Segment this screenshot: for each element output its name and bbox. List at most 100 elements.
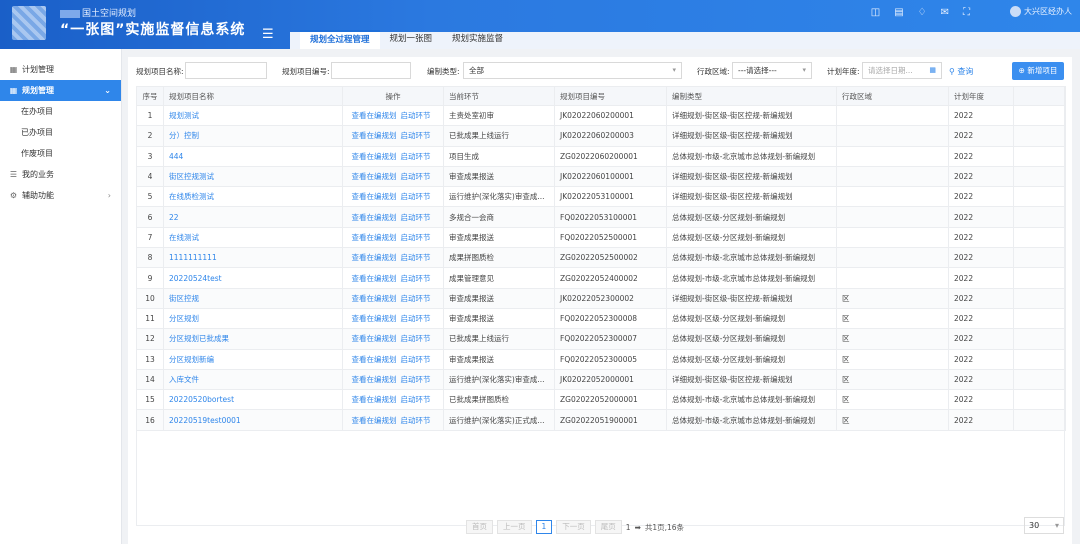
page-input[interactable]: 1 <box>626 523 631 532</box>
row-name-link[interactable]: 分区规划已批成果 <box>163 328 343 350</box>
region-select[interactable]: ---请选择--- ▾ <box>732 62 812 79</box>
row-name-link[interactable]: 规划测试 <box>163 104 343 127</box>
sidebar-item-auxiliary[interactable]: ⚙ 辅助功能 › <box>0 185 121 206</box>
start-step-link[interactable]: 启动环节 <box>401 274 431 283</box>
project-code-input[interactable] <box>331 62 411 79</box>
row-name-link[interactable]: 444 <box>163 145 343 167</box>
view-plan-link[interactable]: 查看在编规划 <box>352 111 397 120</box>
start-step-link[interactable]: 启动环节 <box>401 253 431 262</box>
row-name-link[interactable]: 街区控规 <box>163 287 343 309</box>
project-name-link[interactable]: 街区控规测试 <box>169 172 214 181</box>
layout-icon[interactable]: ▤ <box>894 7 903 18</box>
view-plan-link[interactable]: 查看在编规划 <box>352 274 397 283</box>
project-name-link[interactable]: 20220524test <box>169 274 222 283</box>
start-step-link[interactable]: 启动环节 <box>401 213 431 222</box>
row-name-link[interactable]: 分区规划新编 <box>163 348 343 370</box>
sidebar-item-planning-management[interactable]: ▦ 规划管理 ⌄ <box>0 80 121 101</box>
view-plan-link[interactable]: 查看在编规划 <box>352 355 397 364</box>
view-plan-link[interactable]: 查看在编规划 <box>352 395 397 404</box>
table-row: 4 街区控规测试 查看在编规划 启动环节 审查成果报送 JK02022060100001 详… <box>136 165 1066 188</box>
year-picker[interactable]: 请选择日期... ▦ <box>862 62 942 79</box>
row-name-link[interactable]: 在线质检测试 <box>163 186 343 208</box>
start-step-link[interactable]: 启动环节 <box>401 314 431 323</box>
tab-implementation-supervision[interactable]: 规划实施监督 <box>442 30 513 49</box>
project-name-link[interactable]: 20220520bortest <box>169 395 234 404</box>
start-step-link[interactable]: 启动环节 <box>401 131 431 140</box>
start-step-link[interactable]: 启动环节 <box>401 152 431 161</box>
sidebar-item-voided[interactable]: 作废项目 <box>0 143 121 164</box>
project-name-link[interactable]: 20220519test0001 <box>169 416 241 425</box>
view-plan-link[interactable]: 查看在编规划 <box>352 314 397 323</box>
next-page-button[interactable]: 下一页 <box>556 520 591 534</box>
project-name-link[interactable]: 22 <box>169 213 179 222</box>
type-select[interactable]: 全部 ▾ <box>463 62 682 79</box>
view-plan-link[interactable]: 查看在编规划 <box>352 375 397 384</box>
start-step-link[interactable]: 启动环节 <box>401 334 431 343</box>
row-name-link[interactable]: 20220519test0001 <box>163 409 343 431</box>
row-step: 已批成果上线运行 <box>443 125 555 147</box>
start-step-link[interactable]: 启动环节 <box>401 395 431 404</box>
start-step-link[interactable]: 启动环节 <box>401 355 431 364</box>
go-icon[interactable]: ➡ <box>635 523 641 532</box>
project-name-link[interactable]: 在线测试 <box>169 233 199 242</box>
row-name-link[interactable]: 分区规划 <box>163 307 343 330</box>
project-name-link[interactable]: 街区控规 <box>169 294 199 303</box>
page-size-select[interactable]: 30 ▾ <box>1024 517 1064 534</box>
view-plan-link[interactable]: 查看在编规划 <box>352 416 397 425</box>
row-name-link[interactable]: 街区控规测试 <box>163 165 343 188</box>
project-name-link[interactable]: 1111111111 <box>169 253 217 262</box>
user-menu[interactable]: 大兴区经办人 <box>1010 6 1072 17</box>
project-name-link[interactable]: 分区规划已批成果 <box>169 334 229 343</box>
add-project-button[interactable]: ⊕ 新增项目 <box>1012 62 1064 80</box>
project-name-link[interactable]: 分区规划 <box>169 314 199 323</box>
start-step-link[interactable]: 启动环节 <box>401 233 431 242</box>
row-name-link[interactable]: 20220524test <box>163 267 343 289</box>
view-plan-link[interactable]: 查看在编规划 <box>352 253 397 262</box>
start-step-link[interactable]: 启动环节 <box>401 192 431 201</box>
tab-planning-map[interactable]: 规划一张图 <box>380 30 443 49</box>
row-year: 2022 <box>948 348 1014 370</box>
start-step-link[interactable]: 启动环节 <box>401 294 431 303</box>
row-name-link[interactable]: 1111111111 <box>163 247 343 269</box>
first-page-button[interactable]: 首页 <box>466 520 493 534</box>
prev-page-button[interactable]: 上一页 <box>497 520 532 534</box>
search-button[interactable]: ⚲ 查询 <box>949 66 973 77</box>
project-name-link[interactable]: 444 <box>169 152 183 161</box>
project-name-link[interactable]: 在线质检测试 <box>169 192 214 201</box>
row-name-link[interactable]: 20220520bortest <box>163 389 343 411</box>
view-plan-link[interactable]: 查看在编规划 <box>352 152 397 161</box>
start-step-link[interactable]: 启动环节 <box>401 111 431 120</box>
project-name-input[interactable] <box>185 62 267 79</box>
row-name-link[interactable]: 入库文件 <box>163 368 343 391</box>
start-step-link[interactable]: 启动环节 <box>401 375 431 384</box>
project-name-link[interactable]: 分区规划新编 <box>169 355 214 364</box>
menu-toggle-icon[interactable]: ☰ <box>262 27 274 42</box>
view-plan-link[interactable]: 查看在编规划 <box>352 294 397 303</box>
project-name-link[interactable]: 入库文件 <box>169 375 199 384</box>
view-plan-link[interactable]: 查看在编规划 <box>352 131 397 140</box>
sidebar-item-my-business[interactable]: ☰ 我的业务 <box>0 164 121 185</box>
screen-icon[interactable]: ◫ <box>871 7 880 18</box>
row-extra <box>1013 368 1066 391</box>
tab-process-management[interactable]: 规划全过程管理 <box>300 30 380 49</box>
project-name-link[interactable]: 规划测试 <box>169 111 199 120</box>
start-step-link[interactable]: 启动环节 <box>401 416 431 425</box>
current-page[interactable]: 1 <box>535 520 553 534</box>
fullscreen-icon[interactable]: ⛶ <box>963 7 970 18</box>
view-plan-link[interactable]: 查看在编规划 <box>352 192 397 201</box>
row-name-link[interactable]: 在线测试 <box>163 226 343 249</box>
mail-icon[interactable]: ✉ <box>941 7 949 18</box>
row-name-link[interactable]: 22 <box>163 206 343 228</box>
start-step-link[interactable]: 启动环节 <box>401 172 431 181</box>
sidebar-item-plan-management[interactable]: ▦ 计划管理 <box>0 59 121 80</box>
sidebar-item-in-progress[interactable]: 在办项目 <box>0 101 121 122</box>
sidebar-item-completed[interactable]: 已办项目 <box>0 122 121 143</box>
view-plan-link[interactable]: 查看在编规划 <box>352 233 397 242</box>
project-name-link[interactable]: 分）控制 <box>169 131 199 140</box>
row-name-link[interactable]: 分）控制 <box>163 125 343 147</box>
bell-icon[interactable]: ♢ <box>918 7 927 18</box>
last-page-button[interactable]: 尾页 <box>594 520 622 534</box>
view-plan-link[interactable]: 查看在编规划 <box>352 172 397 181</box>
view-plan-link[interactable]: 查看在编规划 <box>352 334 397 343</box>
view-plan-link[interactable]: 查看在编规划 <box>352 213 397 222</box>
